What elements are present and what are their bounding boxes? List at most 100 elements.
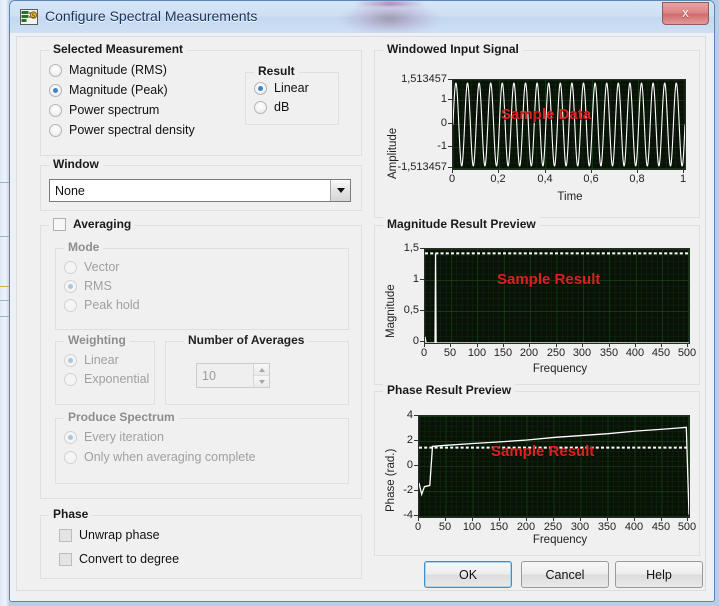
radio-every-iteration[interactable]: Every iteration — [64, 430, 164, 444]
radio-button[interactable] — [64, 353, 77, 367]
chart2-xtick: 250 — [543, 521, 563, 533]
chart2-xtick: 0 — [414, 521, 422, 533]
checkbox-unwrap-phase[interactable]: Unwrap phase — [59, 528, 160, 542]
background-window-line — [0, 182, 9, 183]
radio-power-spectral-density[interactable]: Power spectral density — [49, 123, 195, 137]
radio-label: Peak hold — [84, 298, 140, 312]
title-bar[interactable]: S Configure Spectral Measurements x — [10, 1, 714, 34]
weighting-group: Weighting Linear Exponential — [55, 333, 155, 405]
radio-button[interactable] — [64, 260, 77, 274]
radio-button[interactable] — [64, 372, 77, 386]
radio-button[interactable] — [64, 298, 77, 312]
radio-label: dB — [274, 100, 290, 114]
chart0-xtick: 1 — [679, 173, 687, 185]
averaging-header[interactable]: Averaging — [49, 217, 136, 231]
dialog-body: Selected Measurement Magnitude (RMS) Mag… — [10, 33, 714, 601]
close-icon[interactable]: x — [662, 2, 709, 25]
background-window-line — [0, 236, 9, 237]
radio-button[interactable] — [49, 123, 62, 137]
number-of-averages-stepper[interactable]: 10 — [196, 363, 270, 388]
chart0-ytick: 1 — [440, 93, 447, 105]
chart2-ytick: -4 — [403, 509, 413, 521]
radio-power-spectrum[interactable]: Power spectrum — [49, 103, 159, 117]
radio-only-when-averaging-complete[interactable]: Only when averaging complete — [64, 450, 256, 464]
phase-group: Phase Unwrap phase Convert to degree — [40, 507, 362, 579]
stepper-buttons[interactable] — [253, 364, 269, 387]
chart1-xlabel: Frequency — [532, 363, 588, 375]
title-bar-artifact — [340, 2, 440, 32]
stepper-down-icon[interactable] — [254, 376, 269, 387]
chart1-xtick: 300 — [572, 347, 592, 359]
chart2-xtick: 400 — [624, 521, 644, 533]
chart0-xtick: 0,8 — [629, 173, 645, 185]
radio-button[interactable] — [64, 430, 77, 444]
chart1-ytick: 0,5 — [403, 304, 419, 316]
chevron-down-icon[interactable] — [330, 180, 350, 201]
radio-magnitude-peak[interactable]: Magnitude (Peak) — [49, 83, 168, 97]
radio-rms[interactable]: RMS — [64, 279, 112, 293]
radio-button[interactable] — [49, 63, 62, 77]
checkbox[interactable] — [59, 552, 72, 566]
background-window-line — [0, 286, 9, 287]
chart1-xtick: 100 — [467, 347, 487, 359]
radio-label: Magnitude (RMS) — [69, 63, 167, 77]
number-of-averages-value: 10 — [202, 368, 216, 383]
radio-button[interactable] — [64, 450, 77, 464]
checkbox-convert-to-degree[interactable]: Convert to degree — [59, 552, 179, 566]
ok-button[interactable]: OK — [424, 561, 512, 588]
chart1-xtick: 450 — [651, 347, 671, 359]
radio-button[interactable] — [254, 81, 267, 95]
radio-label: Magnitude (Peak) — [69, 83, 168, 97]
chart0-plot-area[interactable]: Sample Data — [452, 79, 686, 170]
chart1-ytick: 1 — [412, 273, 419, 285]
chart2-xtick: 50 — [438, 521, 452, 533]
chart2-ytick: 4 — [406, 409, 413, 421]
chart1-plot-area[interactable]: Sample Result — [424, 248, 690, 344]
radio-db-result[interactable]: dB — [254, 100, 289, 114]
radio-weighting-linear[interactable]: Linear — [64, 353, 119, 367]
chart2-ytick: -2 — [403, 484, 413, 496]
chart2-ytick: 0 — [406, 459, 413, 471]
chart2-xtick: 150 — [489, 521, 509, 533]
radio-label: Only when averaging complete — [84, 450, 256, 464]
checkbox[interactable] — [59, 528, 72, 542]
cancel-button[interactable]: Cancel — [521, 561, 609, 588]
radio-weighting-exponential[interactable]: Exponential — [64, 372, 149, 386]
radio-button[interactable] — [254, 100, 267, 114]
background-window-line — [0, 316, 9, 317]
dialog-window: S Configure Spectral Measurements x Sele… — [9, 0, 715, 602]
chart0-ytick: 1,513457 — [401, 73, 447, 85]
radio-label: Linear — [274, 81, 309, 95]
averaging-group: Averaging Mode Vector RMS Peak hold Weig… — [40, 217, 362, 499]
windowed-input-signal-group: Windowed Input Signal Amplitude 1,513457… — [374, 42, 700, 218]
radio-peak-hold[interactable]: Peak hold — [64, 298, 140, 312]
radio-linear-result[interactable]: Linear — [254, 81, 309, 95]
labview-vi-icon: S — [19, 7, 39, 27]
chart2-plot-area[interactable]: Sample Result — [418, 415, 690, 518]
radio-vector[interactable]: Vector — [64, 260, 119, 274]
chart1-xtick: 400 — [625, 347, 645, 359]
magnitude-result-preview-group: Magnitude Result Preview Magnitude 1,5 1… — [374, 217, 700, 385]
chart0-ytick: -1,513457 — [397, 161, 447, 173]
selected-measurement-group: Selected Measurement Magnitude (RMS) Mag… — [40, 42, 362, 156]
averaging-checkbox[interactable] — [53, 217, 66, 231]
result-label: Result — [254, 64, 299, 78]
chart2-xtick: 350 — [597, 521, 617, 533]
chart2-ytick: 2 — [406, 434, 413, 446]
chart1-xtick: 500 — [677, 347, 697, 359]
radio-button[interactable] — [64, 279, 77, 293]
radio-label: Power spectrum — [69, 103, 160, 117]
svg-text:S: S — [32, 14, 35, 20]
window-type-select[interactable]: None — [49, 179, 351, 202]
chart0-xtick: 0 — [448, 173, 456, 185]
phase-group-label: Phase — [49, 507, 93, 521]
chart0-xtick: 0,4 — [537, 173, 553, 185]
chart0-ytick: -1 — [437, 140, 447, 152]
radio-button[interactable] — [49, 83, 62, 97]
stepper-up-icon[interactable] — [254, 364, 269, 376]
help-button[interactable]: Help — [615, 561, 703, 588]
radio-button[interactable] — [49, 103, 62, 117]
radio-magnitude-rms[interactable]: Magnitude (RMS) — [49, 63, 167, 77]
chart2-xlabel: Frequency — [532, 534, 588, 546]
chart0-xtick: 0,6 — [583, 173, 599, 185]
